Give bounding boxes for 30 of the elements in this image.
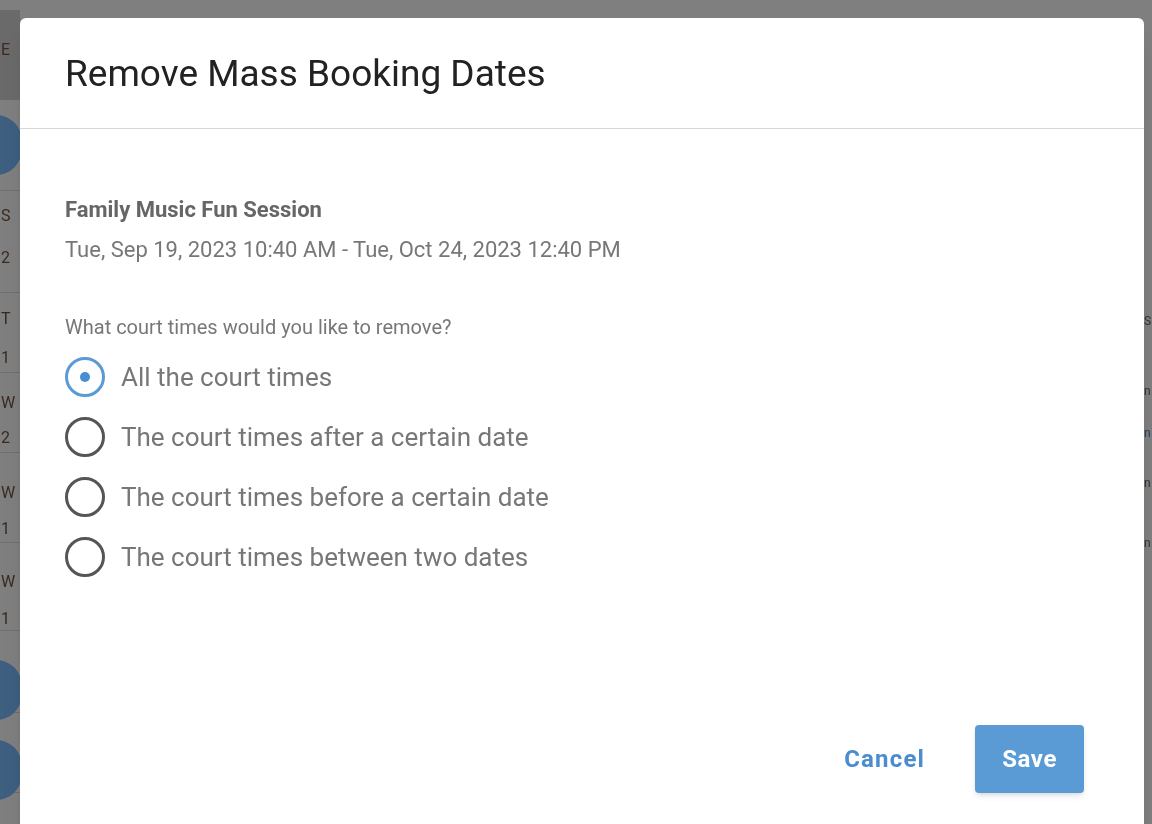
radio-button[interactable] <box>65 417 105 457</box>
background-text: W <box>1 395 16 411</box>
background-text: 1 <box>1 350 10 366</box>
background-text: 1 <box>1 611 10 627</box>
radio-button[interactable] <box>65 537 105 577</box>
radio-option[interactable]: All the court times <box>65 347 1099 407</box>
background-text: 2 <box>1 250 10 266</box>
background-text: 2 <box>1 430 10 446</box>
background-text: W <box>1 574 16 590</box>
radio-option[interactable]: The court times between two dates <box>65 527 1099 587</box>
dialog-title: Remove Mass Booking Dates <box>65 54 546 92</box>
radio-option[interactable]: The court times after a certain date <box>65 407 1099 467</box>
background-text: W <box>1 485 16 501</box>
background-text: S <box>1 208 11 224</box>
background-text: 1 <box>1 521 10 537</box>
background-text: T <box>1 311 11 327</box>
radio-button[interactable] <box>65 477 105 517</box>
background-text: n <box>1144 537 1151 549</box>
background-text: S <box>1144 315 1152 327</box>
background-text: n <box>1144 477 1151 489</box>
background-text: E <box>1 42 11 58</box>
event-name: Family Music Fun Session <box>65 196 323 224</box>
background-text: n <box>1144 427 1151 439</box>
save-button[interactable]: Save <box>975 725 1084 793</box>
event-dates: Tue, Sep 19, 2023 10:40 AM - Tue, Oct 24, 2023 12:40 PM <box>65 236 622 264</box>
cancel-button[interactable]: Cancel <box>840 725 930 793</box>
radio-button[interactable] <box>65 357 105 397</box>
background-text: n <box>1144 385 1151 397</box>
question-label: What court times would you like to remove? <box>65 314 453 341</box>
radio-option[interactable]: The court times before a certain date <box>65 467 1099 527</box>
